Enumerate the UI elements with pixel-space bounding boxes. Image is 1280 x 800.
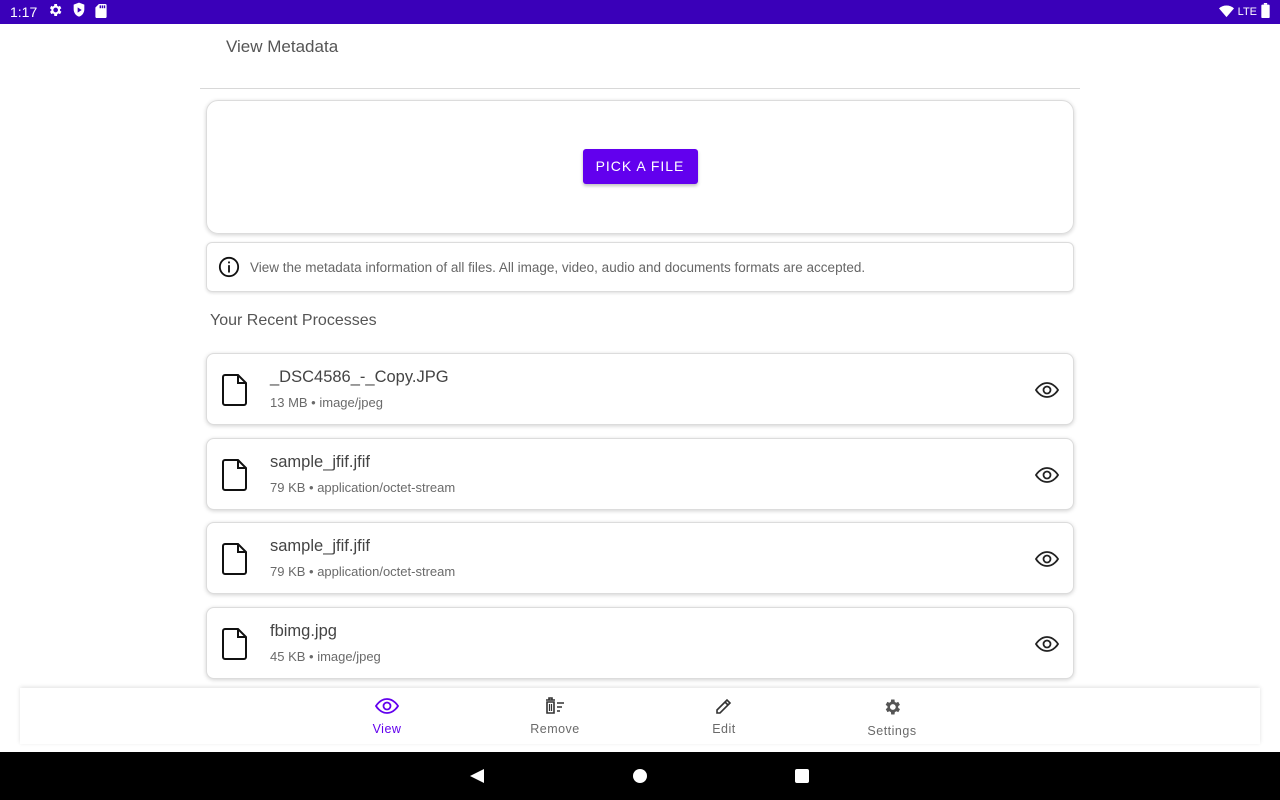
file-meta: 13 MB • image/jpeg	[270, 395, 383, 410]
recents-icon[interactable]	[778, 752, 826, 800]
recent-file-item[interactable]: sample_jfif.jfif 79 KB • application/oct…	[206, 438, 1074, 510]
nav-item-edit[interactable]: Edit	[664, 688, 784, 744]
file-icon	[222, 543, 248, 579]
view-file-eye-icon[interactable]	[1034, 463, 1060, 487]
pick-file-card: PICK A FILE	[206, 100, 1074, 234]
pencil-icon	[712, 697, 736, 719]
pick-file-button[interactable]: PICK A FILE	[582, 148, 698, 184]
file-meta: 79 KB • application/octet-stream	[270, 480, 456, 495]
nav-label: Settings	[867, 724, 917, 738]
view-file-eye-icon[interactable]	[1034, 547, 1060, 571]
nav-item-view[interactable]: View	[327, 688, 447, 744]
recent-processes-heading: Your Recent Processes	[210, 312, 377, 329]
header-divider	[200, 88, 1080, 89]
recent-file-item[interactable]: _DSC4586_-_Copy.JPG 13 MB • image/jpeg	[206, 353, 1074, 425]
info-icon	[218, 256, 240, 278]
remove-list-icon	[543, 697, 567, 719]
page-title: View Metadata	[226, 37, 339, 56]
nav-label: Remove	[530, 722, 580, 736]
info-box: View the metadata information of all fil…	[206, 242, 1074, 292]
nav-item-settings[interactable]: Settings	[832, 688, 952, 744]
nav-item-remove[interactable]: Remove	[495, 688, 615, 744]
sd-card-icon	[95, 3, 107, 22]
file-icon	[222, 628, 248, 664]
file-name: fbimg.jpg	[270, 622, 337, 640]
view-file-eye-icon[interactable]	[1034, 378, 1060, 402]
eye-icon	[374, 697, 400, 719]
home-icon[interactable]	[616, 752, 664, 800]
gear-icon	[47, 2, 63, 22]
system-nav-bar	[0, 752, 1280, 800]
file-name: _DSC4586_-_Copy.JPG	[270, 368, 449, 386]
status-bar: 1:17 LTE	[0, 0, 1280, 24]
gear-icon	[880, 697, 904, 721]
file-name: sample_jfif.jfif	[270, 537, 370, 555]
nav-label: Edit	[712, 722, 736, 736]
wifi-icon	[1218, 3, 1234, 22]
file-meta: 79 KB • application/octet-stream	[270, 564, 456, 579]
shield-icon	[72, 2, 86, 22]
bottom-nav: View Remove Edit Settings	[20, 688, 1260, 744]
file-meta: 45 KB • image/jpeg	[270, 649, 381, 664]
file-icon	[222, 459, 248, 495]
view-file-eye-icon[interactable]	[1034, 632, 1060, 656]
status-time: 1:17	[10, 4, 38, 20]
recent-file-item[interactable]: sample_jfif.jfif 79 KB • application/oct…	[206, 522, 1074, 594]
file-name: sample_jfif.jfif	[270, 453, 370, 471]
file-icon	[222, 374, 248, 410]
battery-icon	[1261, 2, 1270, 22]
back-icon[interactable]	[453, 752, 501, 800]
recent-file-item[interactable]: fbimg.jpg 45 KB • image/jpeg	[206, 607, 1074, 679]
nav-label: View	[372, 722, 402, 736]
info-text: View the metadata information of all fil…	[250, 259, 866, 275]
network-label: LTE	[1237, 6, 1257, 18]
